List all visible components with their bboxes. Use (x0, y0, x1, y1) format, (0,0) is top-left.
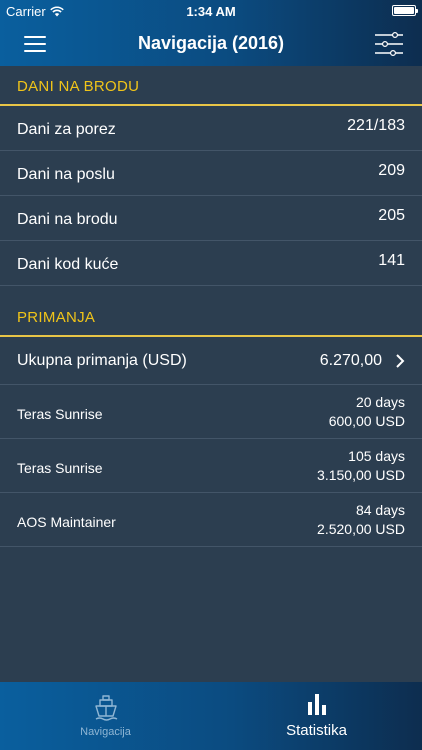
tab-navigacija[interactable]: Navigacija (0, 682, 211, 750)
table-row: Dani na poslu 209 (0, 151, 422, 196)
list-item: Teras Sunrise 105 days 3.150,00 USD (0, 439, 422, 493)
item-days: 105 days (348, 448, 405, 464)
item-days: 84 days (355, 502, 405, 518)
row-value: 6.270,00 (319, 352, 382, 369)
section-title: DANI NA BRODU (17, 78, 140, 95)
item-amount: 600,00 USD (328, 413, 405, 429)
row-label: Dani na poslu (17, 166, 115, 183)
total-income-row[interactable]: Ukupna primanja (USD) 6.270,00 (0, 337, 422, 385)
item-label: Teras Sunrise (17, 460, 103, 476)
section-title: PRIMANJA (17, 309, 96, 326)
list-item: Teras Sunrise 20 days 600,00 USD (0, 385, 422, 439)
item-days: 20 days (355, 394, 405, 410)
page-title: Navigacija (2016) (137, 33, 285, 53)
section-header-income: PRIMANJA (0, 297, 422, 337)
row-label: Dani na brodu (17, 211, 118, 228)
section-header-days: DANI NA BRODU (0, 66, 422, 106)
bar-chart-icon (307, 694, 326, 715)
row-value: 221/183 (347, 117, 405, 134)
content-area: DANI NA BRODU Dani za porez 221/183 Dani… (0, 66, 422, 547)
item-label: AOS Maintainer (17, 514, 116, 530)
table-row: Dani za porez 221/183 (0, 106, 422, 151)
item-label: Teras Sunrise (17, 406, 103, 422)
row-label: Ukupna primanja (USD) (17, 352, 187, 369)
list-item: AOS Maintainer 84 days 2.520,00 USD (0, 493, 422, 547)
chevron-right-icon (396, 354, 405, 368)
row-value: 209 (378, 162, 405, 179)
tab-label: Navigacija (80, 726, 131, 738)
tab-label: Statistika (286, 722, 347, 739)
sliders-icon[interactable] (374, 32, 404, 56)
ship-icon (94, 695, 117, 721)
tab-bar: Navigacija Statistika (0, 682, 422, 750)
navigation-bar: Navigacija (2016) (0, 22, 422, 66)
status-time: 1:34 AM (186, 4, 236, 19)
row-label: Dani kod kuće (17, 256, 119, 273)
battery-icon (392, 5, 418, 16)
item-amount: 3.150,00 USD (317, 467, 405, 483)
table-row: Dani na brodu 205 (0, 196, 422, 241)
status-bar: Carrier 1:34 AM (0, 0, 422, 22)
row-value: 141 (378, 252, 405, 269)
tab-statistika[interactable]: Statistika (211, 682, 422, 750)
row-label: Dani za porez (17, 121, 116, 138)
row-value: 205 (378, 207, 405, 224)
item-amount: 2.520,00 USD (317, 521, 405, 537)
table-row: Dani kod kuće 141 (0, 241, 422, 286)
